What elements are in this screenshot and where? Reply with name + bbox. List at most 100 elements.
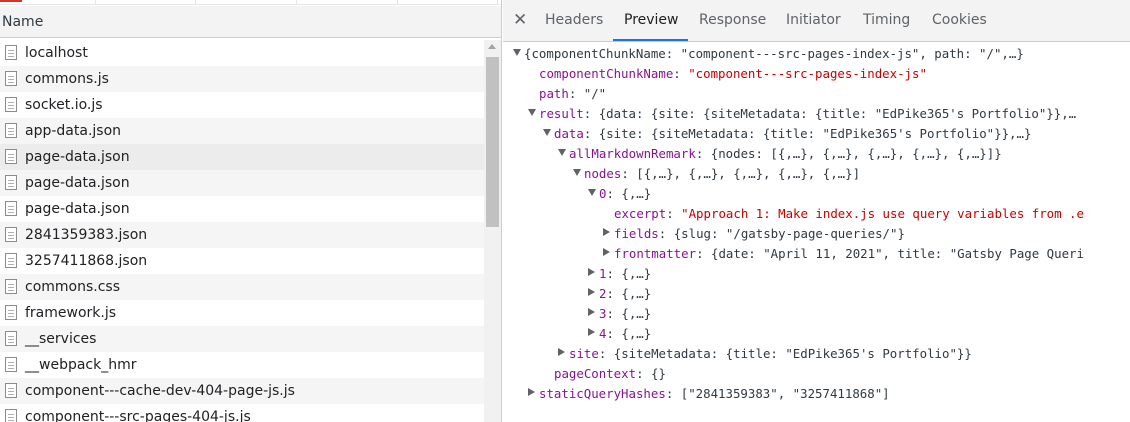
scrollbar[interactable] [484,40,501,422]
name-column-label: Name [2,14,44,30]
tree-key: excerpt [614,206,667,221]
collapsed-triangle-icon[interactable] [588,268,595,276]
request-name: page-data.json [25,149,130,165]
expanded-triangle-icon[interactable] [528,109,536,116]
request-row[interactable]: __webpack_hmr [0,352,484,378]
request-name: 2841359383.json [25,227,148,243]
tab-initiator[interactable]: Initiator [786,12,841,28]
tab-cookies[interactable]: Cookies [932,12,987,28]
request-name: page-data.json [25,175,130,191]
request-row[interactable]: commons.js [0,66,484,92]
request-row[interactable]: framework.js [0,300,484,326]
tree-value: {,…} [621,266,652,281]
tree-key: result [539,106,584,121]
request-row[interactable]: localhost [0,40,484,66]
file-icon [5,357,17,372]
tree-key: nodes [584,166,622,181]
request-name: commons.js [25,71,109,87]
tree-value: {slug: "/gatsby-page-queries/"} [673,226,905,241]
tab-response[interactable]: Response [699,12,766,28]
file-icon [5,383,17,398]
tree-value: {site: {siteMetadata: {title: "EdPike365… [598,126,1032,141]
tree-value: "Approach 1: Make index.js use query var… [681,206,1084,221]
expanded-triangle-icon[interactable] [588,189,596,196]
request-row[interactable]: socket.io.js [0,92,484,118]
tree-value: {} [650,366,666,381]
file-icon [5,149,17,164]
request-name: component---src-pages-404-js.js [25,409,251,422]
file-icon [5,201,17,216]
tree-value: {,…} [621,326,652,341]
file-icon [5,175,17,190]
tree-value: {,…} [621,306,652,321]
tab-preview[interactable]: Preview [624,12,679,28]
request-rows: localhost commons.js socket.io.js app-data.… [0,40,484,422]
close-icon[interactable]: ✕ [513,10,527,30]
tree-key: allMarkdownRemark [569,146,696,161]
request-row[interactable]: app-data.json [0,118,484,144]
request-row[interactable]: page-data.json [0,170,484,196]
active-tab-indicator [613,39,688,41]
tree-value: "component---src-pages-index-js" [688,66,927,81]
collapsed-triangle-icon[interactable] [588,288,595,296]
request-name: page-data.json [25,201,130,217]
preview-panel: ✕ Headers Preview Response Initiator Tim… [503,0,1130,422]
request-name: component---cache-dev-404-page-js.js [25,383,295,399]
file-icon [5,45,17,60]
request-name: framework.js [25,305,117,321]
tree-value: {componentChunkName: "component---src-pa… [524,46,1024,61]
file-icon [5,331,17,346]
name-column-header[interactable]: Name [0,6,501,38]
tree-key: staticQueryHashes [539,386,666,401]
tree-value: {nodes: [{,…}, {,…}, {,…}, {,…}, {,…}]} [710,146,1002,161]
request-row[interactable]: page-data.json [0,196,484,222]
expanded-triangle-icon[interactable] [543,129,551,136]
collapsed-triangle-icon[interactable] [528,388,535,396]
file-icon [5,279,17,294]
tree-value: {date: "April 11, 2021", title: "Gatsby … [710,246,1084,261]
timeline-marker [0,0,22,2]
file-icon [5,227,17,242]
tree-key: componentChunkName [539,66,674,81]
tree-value: {,…} [621,186,652,201]
collapsed-triangle-icon[interactable] [588,328,595,336]
file-icon [5,253,17,268]
file-icon [5,305,17,320]
tree-value: ["2841359383", "3257411868"] [680,386,890,401]
expanded-triangle-icon[interactable] [573,169,581,176]
request-row[interactable]: commons.css [0,274,484,300]
tab-headers[interactable]: Headers [545,12,603,28]
request-row[interactable]: component---src-pages-404-js.js [0,404,484,422]
request-row[interactable]: 3257411868.json [0,248,484,274]
request-name: commons.css [25,279,121,295]
expanded-triangle-icon[interactable] [558,149,566,156]
scroll-up-arrow-icon[interactable] [488,44,496,49]
collapsed-triangle-icon[interactable] [588,308,595,316]
request-row[interactable]: __services [0,326,484,352]
tree-key: site [569,346,599,361]
tree-key: pageContext [554,366,637,381]
tree-value: "/" [583,86,607,101]
tab-timing[interactable]: Timing [863,12,910,28]
tree-key: path [539,86,569,101]
collapsed-triangle-icon[interactable] [558,348,565,356]
tree-key: fields [614,226,659,241]
collapsed-triangle-icon[interactable] [603,248,610,256]
tree-key: frontmatter [614,246,697,261]
file-icon [5,123,17,138]
collapsed-triangle-icon[interactable] [603,228,610,236]
panel-tab-bar: ✕ Headers Preview Response Initiator Tim… [503,0,1130,42]
expanded-triangle-icon[interactable] [513,49,521,56]
request-row[interactable]: page-data.json [0,144,484,170]
scrollbar-thumb[interactable] [486,57,499,227]
file-icon [5,97,17,112]
file-icon [5,71,17,86]
request-row[interactable]: component---cache-dev-404-page-js.js [0,378,484,404]
request-name: localhost [25,45,88,61]
tree-value: {,…} [621,286,652,301]
tree-value: {siteMetadata: {title: "EdPike365's Port… [613,346,972,361]
request-name: socket.io.js [25,97,103,113]
request-row[interactable]: 2841359383.json [0,222,484,248]
tree-key: data [554,126,584,141]
request-name: 3257411868.json [25,253,148,269]
